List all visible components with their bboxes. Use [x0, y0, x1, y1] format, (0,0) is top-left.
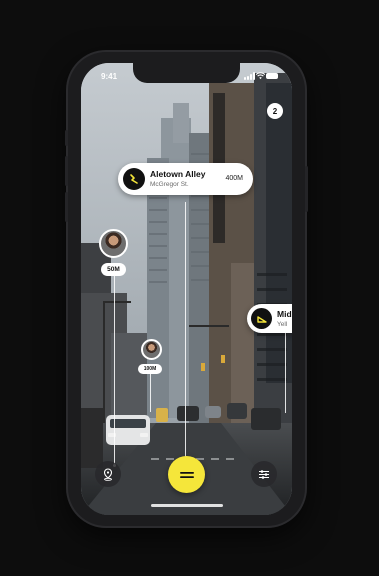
battery-icon	[266, 73, 278, 79]
notch	[133, 63, 240, 83]
place-title: Mid	[277, 309, 292, 319]
path-icon	[251, 308, 272, 329]
path-icon	[123, 168, 145, 190]
pin-line-place-2	[285, 333, 286, 413]
signal-bar	[250, 74, 252, 80]
filter-button[interactable]	[251, 461, 277, 487]
menu-icon	[179, 471, 194, 478]
status-time: 9:41	[101, 72, 118, 81]
location-button[interactable]	[95, 461, 121, 487]
background: 9:41 2 Aletown Alley McGregor St. 400M M…	[0, 0, 379, 576]
place-card-second[interactable]: Mid Yell	[247, 304, 292, 333]
place-subtitle: Yell	[277, 321, 288, 328]
person-distance-pill: 100M	[138, 364, 162, 374]
place-subtitle: McGregor St.	[150, 181, 189, 188]
signal-bar	[247, 76, 249, 80]
pin-line-aletown-alley	[185, 202, 186, 462]
place-title: Aletown Alley	[150, 169, 206, 179]
pin-line-person-2	[150, 370, 151, 412]
power-button	[305, 166, 308, 212]
signal-bar	[253, 72, 255, 80]
person-avatar[interactable]	[99, 229, 128, 258]
pin-line-person-1	[114, 271, 115, 466]
person-avatar[interactable]	[141, 339, 162, 360]
city-street-photo	[81, 63, 292, 515]
wifi-icon	[256, 72, 265, 80]
status-icons	[244, 72, 278, 80]
home-indicator[interactable]	[151, 504, 223, 507]
menu-button[interactable]	[168, 456, 205, 493]
volume-down-button	[65, 192, 68, 222]
mute-switch	[65, 130, 68, 146]
person-distance-pill: 50M	[101, 263, 126, 276]
ar-camera-view[interactable]: 9:41 2 Aletown Alley McGregor St. 400M M…	[81, 63, 292, 515]
place-card-aletown-alley[interactable]: Aletown Alley McGregor St. 400M	[118, 163, 253, 195]
place-distance: 400M	[225, 175, 243, 182]
location-pin-icon	[103, 467, 113, 481]
sliders-icon	[259, 469, 269, 479]
notification-badge[interactable]: 2	[267, 103, 283, 119]
signal-bar	[244, 77, 246, 80]
phone-frame: 9:41 2 Aletown Alley McGregor St. 400M M…	[65, 52, 308, 526]
volume-up-button	[65, 156, 68, 186]
